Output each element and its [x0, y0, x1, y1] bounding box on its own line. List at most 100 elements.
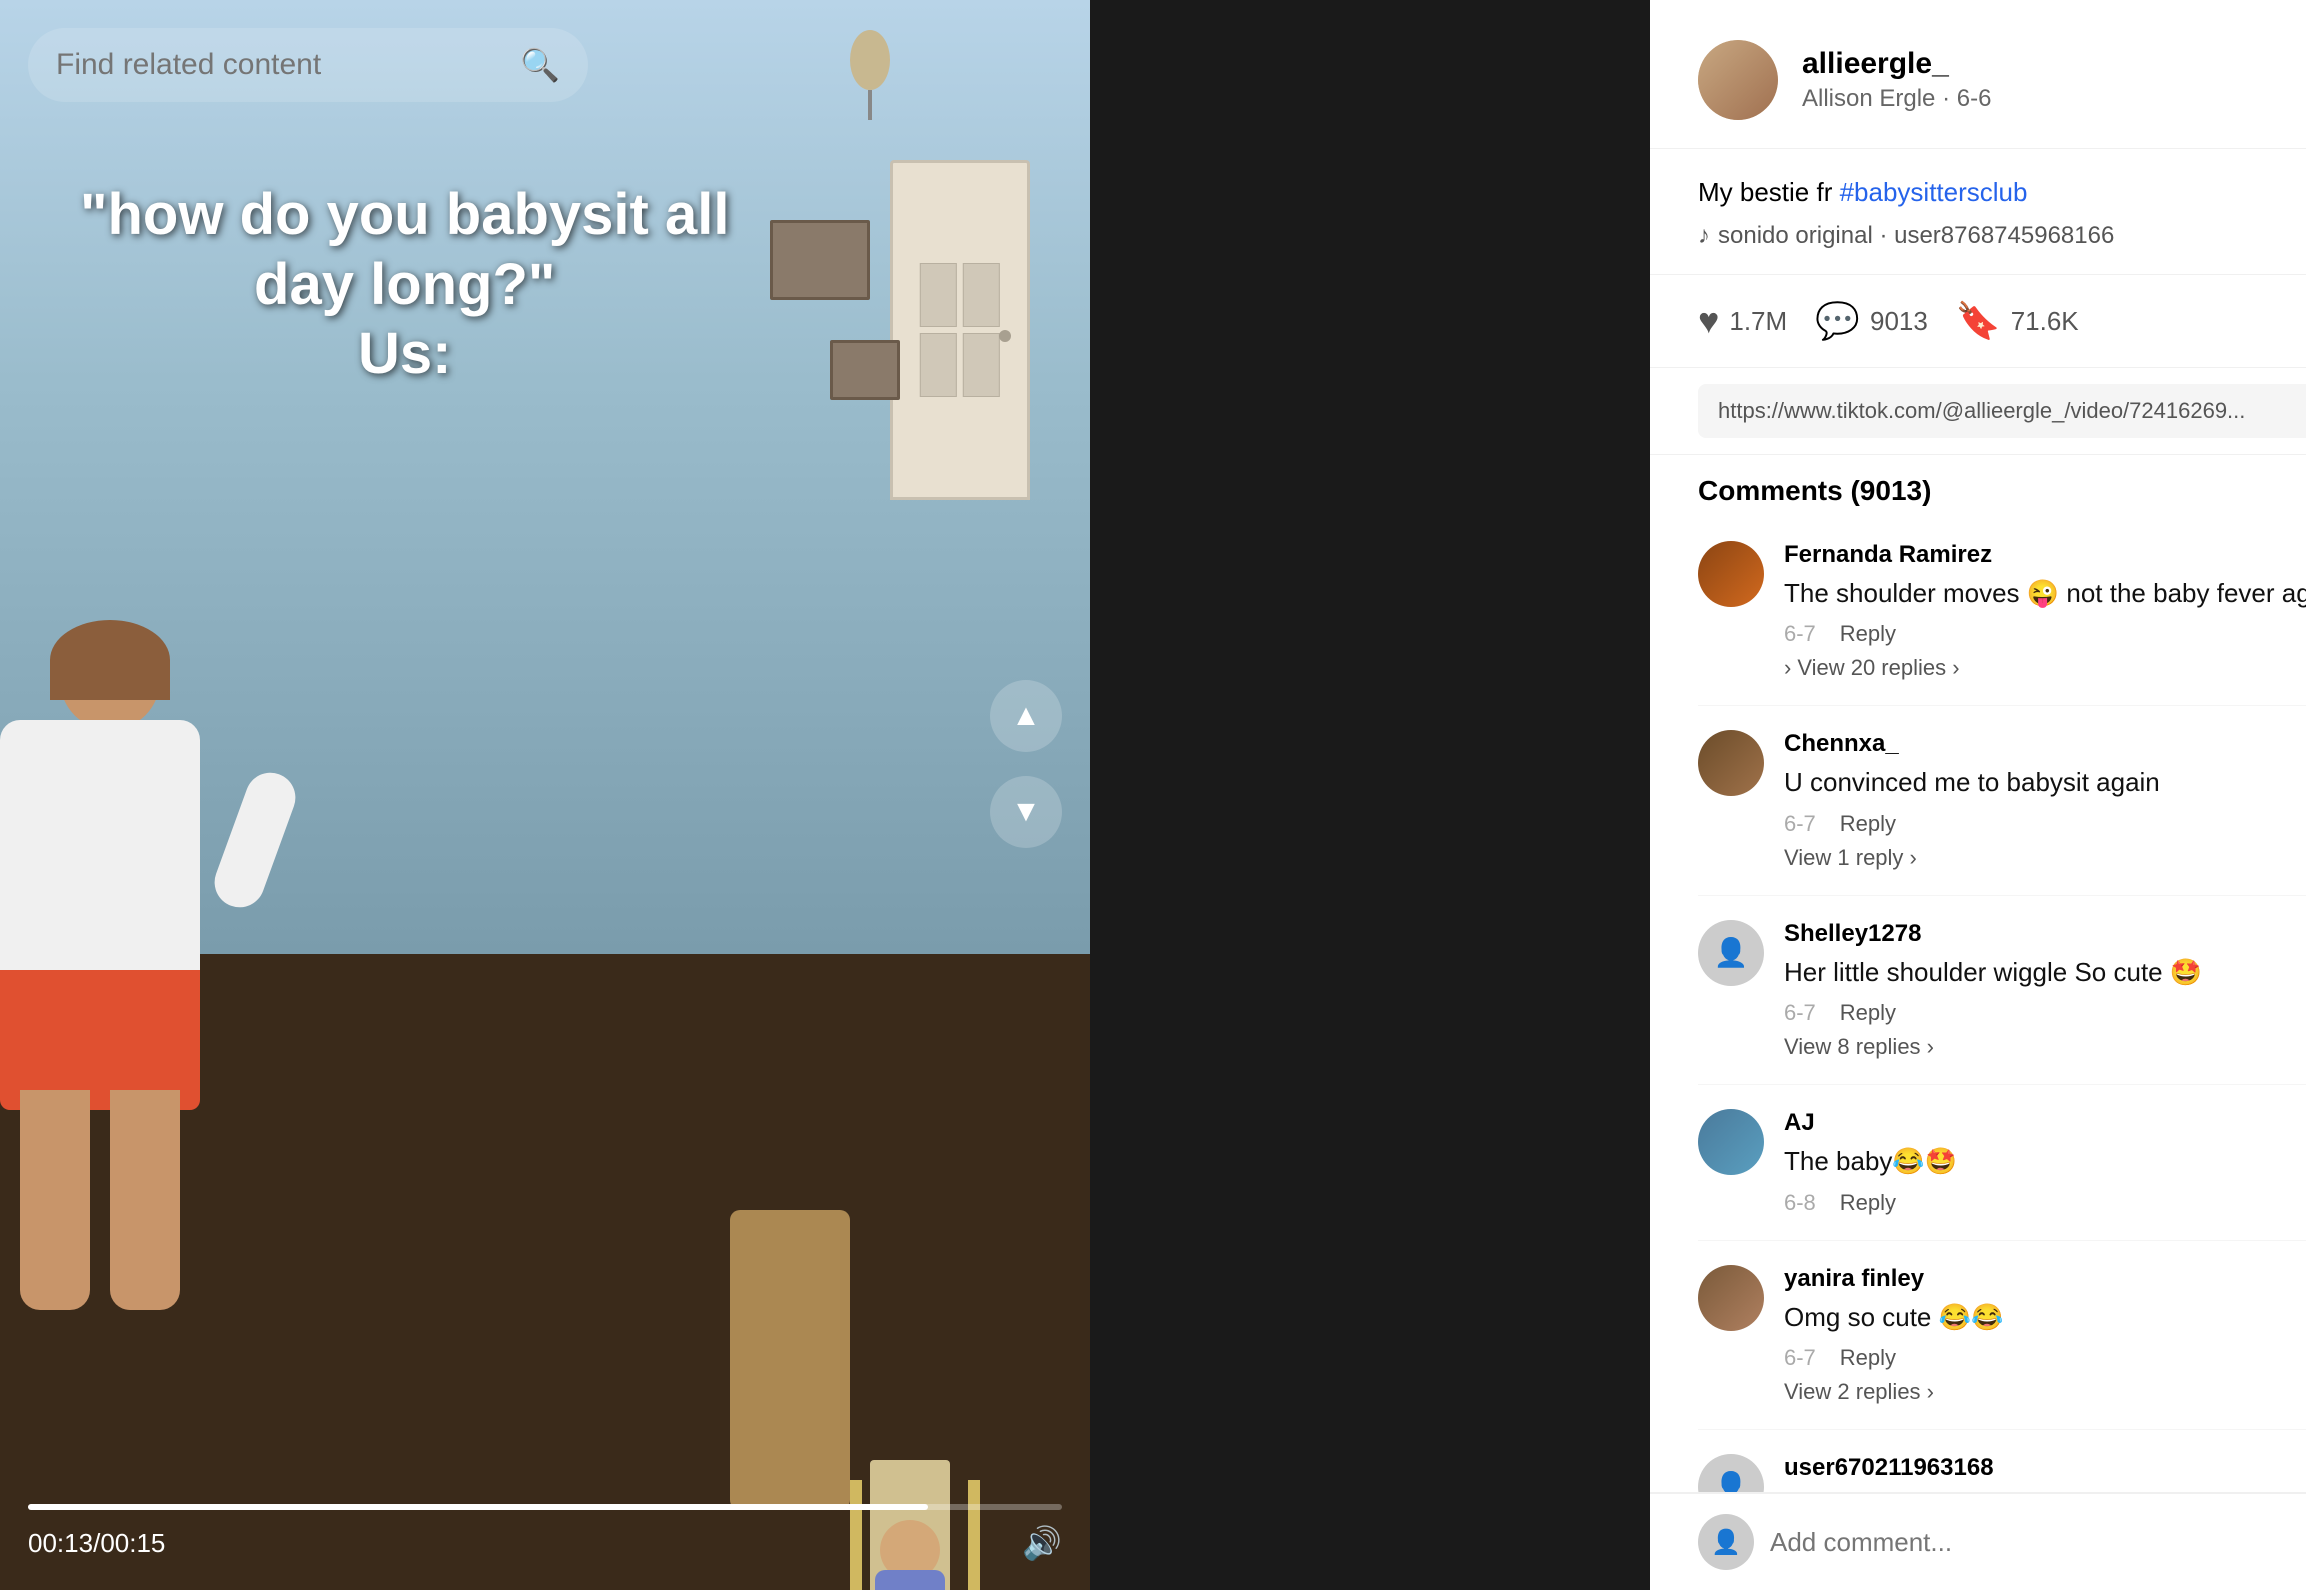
comment-body: AJ The baby😂🤩 6-8 Reply	[1784, 1109, 2306, 1215]
progress-bar[interactable]	[28, 1504, 1062, 1510]
nav-down-button[interactable]: ▼	[990, 776, 1062, 848]
comment-username: Shelley1278	[1784, 920, 2306, 948]
avatar: 👤	[1698, 920, 1764, 986]
panel-header: allieergle_ Allison Ergle · 6-6 Follow	[1650, 0, 2306, 149]
comment-icon: 💬	[1815, 300, 1860, 342]
video-text-overlay: "how do you babysit all day long?" Us:	[80, 180, 729, 389]
comment-action[interactable]: 💬 9013	[1815, 300, 1928, 342]
comment-item: AJ The baby😂🤩 6-8 Reply ♡ 9327	[1698, 1085, 2306, 1240]
avatar	[1698, 1265, 1764, 1331]
video-link: https://www.tiktok.com/@allieergle_/vide…	[1698, 384, 2306, 438]
video-time: 00:13/00:15	[28, 1528, 165, 1559]
video-controls: 00:13/00:15 🔊	[0, 1488, 1090, 1590]
avatar	[1698, 40, 1778, 120]
comment-count: 9013	[1870, 306, 1928, 337]
comments-header: Comments (9013)	[1650, 455, 2306, 517]
view-replies-button[interactable]: View 1 reply ›	[1784, 845, 1917, 871]
heart-icon: ♥	[1698, 300, 1719, 342]
search-bar[interactable]: 🔍	[28, 28, 588, 102]
follow-date: 6-6	[1957, 85, 1992, 112]
comment-date: 6-7	[1784, 1000, 1816, 1026]
high-chair	[830, 1460, 1010, 1480]
reply-button[interactable]: Reply	[1840, 1345, 1896, 1371]
comment-meta: 6-7 Reply	[1784, 1000, 2306, 1026]
search-icon: 🔍	[520, 46, 560, 84]
view-replies-button[interactable]: View 8 replies ›	[1784, 1034, 1934, 1060]
overlay-line2: day long?"	[80, 250, 729, 320]
avatar	[1698, 1109, 1764, 1175]
hashtag[interactable]: #babysittersclub	[1840, 177, 2028, 207]
volume-icon[interactable]: 🔊	[1022, 1524, 1062, 1562]
comment-username: Chennxa_	[1784, 730, 2306, 758]
reply-button[interactable]: Reply	[1840, 1190, 1896, 1216]
time-current: 00:13	[28, 1528, 93, 1558]
avatar	[1698, 541, 1764, 607]
comment-date: 6-7	[1784, 1345, 1816, 1371]
comment-date: 6-7	[1784, 621, 1816, 647]
comment-text: Her little shoulder wiggle So cute 🤩	[1784, 954, 2306, 990]
comment-input-row: 👤 @ 😊 Post	[1650, 1492, 2306, 1590]
person-figure	[0, 630, 320, 1470]
like-action[interactable]: ♥ 1.7M	[1698, 300, 1787, 342]
comment-item: Chennxa_ U convinced me to babysit again…	[1698, 706, 2306, 895]
avatar: 👤	[1698, 1454, 1764, 1492]
avatar	[1698, 730, 1764, 796]
search-input[interactable]	[56, 48, 520, 82]
comment-username: yanira finley	[1784, 1265, 2306, 1293]
comment-text: The shoulder moves 😜 not the baby fever …	[1784, 575, 2306, 611]
reply-button[interactable]: Reply	[1840, 621, 1896, 647]
comment-meta: 6-8 Reply	[1784, 1190, 2306, 1216]
caption-text: My bestie fr #babysittersclub	[1698, 173, 2306, 212]
comment-text: Omg so cute 😂😂	[1784, 1299, 2306, 1335]
overlay-line3: Us:	[80, 319, 729, 389]
comment-date: 6-7	[1784, 811, 1816, 837]
reply-button[interactable]: Reply	[1840, 1000, 1896, 1026]
music-note-icon: ♪	[1698, 222, 1710, 250]
caption-section: My bestie fr #babysittersclub ♪ sonido o…	[1650, 149, 2306, 275]
caption-plain-text: My bestie fr	[1698, 177, 1840, 207]
bookmark-icon: 🔖	[1956, 300, 2001, 342]
time-total: 00:15	[100, 1528, 165, 1558]
sound-info[interactable]: ♪ sonido original · user8768745968166	[1698, 222, 2306, 250]
view-replies-button[interactable]: View 2 replies ›	[1784, 1379, 1934, 1405]
comment-meta: 6-7 Reply	[1784, 621, 2306, 647]
sound-text: sonido original · user8768745968166	[1718, 222, 2114, 250]
comment-username: Fernanda Ramirez	[1784, 541, 2306, 569]
dark-panel	[1090, 0, 1650, 1590]
progress-fill	[28, 1504, 928, 1510]
user-info: allieergle_ Allison Ergle · 6-6	[1802, 47, 2306, 113]
bookmark-count: 71.6K	[2011, 306, 2079, 337]
chevron-up-icon: ▲	[1011, 699, 1041, 733]
like-count: 1.7M	[1729, 306, 1787, 337]
comment-body: Fernanda Ramirez The shoulder moves 😜 no…	[1784, 541, 2306, 681]
comment-input[interactable]	[1770, 1527, 2306, 1558]
comment-date: 6-8	[1784, 1190, 1816, 1216]
comment-item: 👤 user670211963168 Mira nomas los movimi…	[1698, 1430, 2306, 1492]
view-replies-button[interactable]: › View 20 replies ›	[1784, 655, 1960, 681]
link-row: https://www.tiktok.com/@allieergle_/vide…	[1650, 368, 2306, 455]
nav-up-button[interactable]: ▲	[990, 680, 1062, 752]
comment-meta: 6-7 Reply	[1784, 811, 2306, 837]
display-name: Allison Ergle	[1802, 85, 1935, 112]
share-row: ♥ 1.7M 💬 9013 🔖 71.6K </> 🎵 💬 f 🐦 ↗	[1650, 275, 2306, 368]
video-background: "how do you babysit all day long?" Us:	[0, 0, 1090, 1590]
chevron-down-icon: ▼	[1011, 795, 1041, 829]
comments-panel: allieergle_ Allison Ergle · 6-6 Follow M…	[1650, 0, 2306, 1590]
comment-text: U convinced me to babysit again	[1784, 764, 2306, 800]
comment-body: user670211963168 Mira nomas los movimien…	[1784, 1454, 2306, 1492]
username: allieergle_	[1802, 47, 2306, 81]
input-avatar: 👤	[1698, 1514, 1754, 1570]
chevron-down-icon: ›	[1784, 655, 1791, 681]
comment-body: Shelley1278 Her little shoulder wiggle S…	[1784, 920, 2306, 1060]
comment-username: user670211963168	[1784, 1454, 2306, 1482]
reply-button[interactable]: Reply	[1840, 811, 1896, 837]
comment-text: The baby😂🤩	[1784, 1143, 2306, 1179]
comment-item: yanira finley Omg so cute 😂😂 6-7 Reply V…	[1698, 1241, 2306, 1430]
comment-meta: 6-7 Reply	[1784, 1345, 2306, 1371]
comment-body: yanira finley Omg so cute 😂😂 6-7 Reply V…	[1784, 1265, 2306, 1405]
comments-list[interactable]: Fernanda Ramirez The shoulder moves 😜 no…	[1650, 517, 2306, 1492]
overlay-line1: "how do you babysit all	[80, 180, 729, 250]
bookmark-action[interactable]: 🔖 71.6K	[1956, 300, 2079, 342]
comment-username: AJ	[1784, 1109, 2306, 1137]
comment-item: 👤 Shelley1278 Her little shoulder wiggle…	[1698, 896, 2306, 1085]
